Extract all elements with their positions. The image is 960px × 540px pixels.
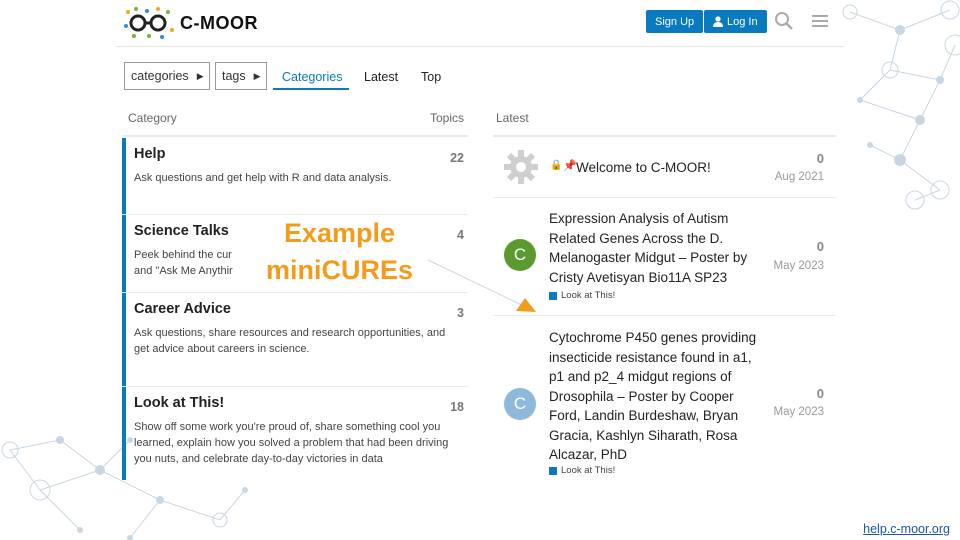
caret-right-icon: ▶ — [253, 70, 261, 81]
pin-icon: 📌 — [563, 160, 577, 172]
category-badge-color — [549, 466, 557, 475]
topic-date: May 2023 — [773, 406, 824, 418]
caret-right-icon: ▶ — [196, 70, 204, 81]
category-description: Show off some work you're proud of, shar… — [134, 421, 449, 465]
site-header: C-MOOR Sign Up Log In — [116, 0, 844, 47]
category-row-career-advice[interactable]: Career Advice 3 Ask questions, share res… — [122, 293, 468, 387]
category-badge[interactable]: Look at This! — [549, 465, 615, 476]
categories-dropdown[interactable]: categories ▶ — [124, 62, 210, 90]
sign-up-button[interactable]: Sign Up — [646, 10, 704, 33]
active-tab-indicator — [273, 88, 349, 90]
category-topic-count: 22 — [450, 151, 464, 165]
network-decoration-top-right — [842, 0, 960, 210]
tags-dropdown[interactable]: tags ▶ — [215, 62, 267, 90]
tab-categories[interactable]: Categories — [282, 70, 342, 84]
tab-latest[interactable]: Latest — [364, 70, 398, 84]
annotation-line: Example — [262, 215, 418, 252]
topic-row-autism-genes[interactable]: C Expression Analysis of Autism Related … — [493, 198, 836, 316]
latest-column-header: Latest — [496, 111, 529, 125]
hamburger-menu-icon[interactable] — [810, 11, 830, 31]
header-divider — [493, 135, 836, 137]
avatar[interactable]: C — [504, 388, 536, 420]
topic-date: May 2023 — [773, 260, 824, 272]
search-icon[interactable] — [774, 11, 794, 31]
topic-date: Aug 2021 — [774, 171, 824, 183]
topic-title[interactable]: Expression Analysis of Autism Related Ge… — [549, 209, 761, 287]
category-badge-color — [549, 291, 557, 300]
annotation-label: Example miniCUREs — [262, 215, 418, 289]
category-column-header: Category — [128, 111, 177, 125]
category-color-bar — [122, 138, 126, 214]
tab-top[interactable]: Top — [421, 70, 441, 84]
topic-row-welcome[interactable]: 🔒 📌 Welcome to C-MOOR! 0 Aug 2021 — [493, 138, 836, 198]
topic-reply-count: 0 — [816, 151, 824, 166]
logo-glasses-icon — [124, 7, 174, 39]
topic-title[interactable]: Cytochrome P450 genes providing insectic… — [549, 328, 761, 465]
topic-title[interactable]: Welcome to C-MOOR! — [576, 158, 711, 178]
gear-icon — [504, 150, 538, 184]
category-title[interactable]: Career Advice — [134, 301, 458, 317]
category-title[interactable]: Look at This! — [134, 395, 458, 411]
category-color-bar — [122, 387, 126, 480]
footer-link[interactable]: help.c-moor.org — [863, 522, 950, 536]
annotation-line: miniCUREs — [262, 252, 418, 289]
category-row-help[interactable]: Help 22 Ask questions and get help with … — [122, 138, 468, 215]
topic-reply-count: 0 — [816, 386, 824, 401]
log-in-label: Log In — [727, 15, 758, 28]
categories-dropdown-label: categories — [131, 69, 189, 83]
category-color-bar — [122, 293, 126, 386]
category-topic-count: 4 — [457, 228, 464, 242]
category-badge-label: Look at This! — [561, 465, 616, 476]
lock-icon: 🔒 — [550, 160, 563, 171]
logo-text: C-MOOR — [180, 12, 258, 33]
category-title[interactable]: Help — [134, 146, 458, 162]
site-logo[interactable]: C-MOOR — [122, 5, 258, 41]
category-description: Ask questions and get help with R and da… — [134, 172, 392, 184]
tags-dropdown-label: tags — [222, 69, 246, 83]
category-description: Ask questions, share resources and resea… — [134, 327, 446, 355]
topics-column-header: Topics — [430, 111, 465, 125]
category-topic-count: 18 — [450, 400, 464, 414]
header-divider — [122, 135, 468, 137]
category-row-look-at-this[interactable]: Look at This! 18 Show off some work you'… — [122, 387, 468, 480]
category-badge-label: Look at This! — [561, 290, 616, 301]
topic-reply-count: 0 — [816, 239, 824, 254]
topic-row-cytochrome[interactable]: C Cytochrome P450 genes providing insect… — [493, 316, 836, 480]
user-icon — [713, 16, 723, 27]
avatar[interactable]: C — [504, 239, 536, 271]
category-topic-count: 3 — [457, 306, 464, 320]
log-in-button[interactable]: Log In — [704, 10, 767, 33]
category-badge[interactable]: Look at This! — [549, 290, 615, 301]
category-color-bar — [122, 215, 126, 292]
